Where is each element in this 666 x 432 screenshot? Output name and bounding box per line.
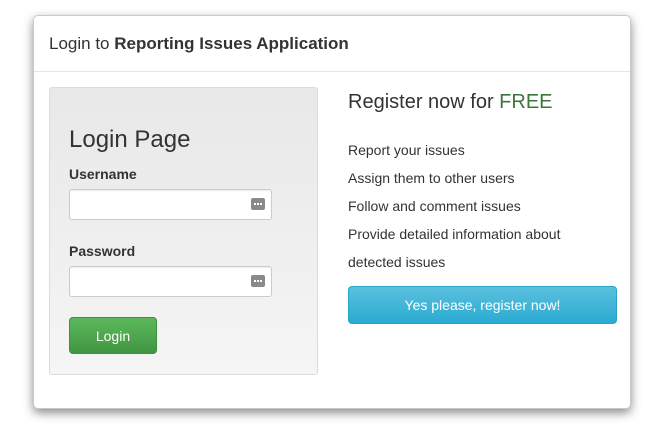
- feature-item: detected issues: [348, 254, 446, 270]
- password-manager-icon[interactable]: [251, 198, 265, 210]
- password-label: Password: [69, 243, 136, 259]
- username-input[interactable]: [70, 190, 256, 219]
- feature-item: Report your issues: [348, 142, 465, 158]
- feature-list: Report your issues Assign them to other …: [348, 139, 560, 279]
- username-label: Username: [69, 166, 137, 182]
- app-name: Reporting Issues Application: [114, 34, 349, 53]
- free-highlight: FREE: [499, 91, 553, 113]
- login-page-title: Login Page: [69, 126, 191, 153]
- login-button[interactable]: Login: [69, 317, 157, 354]
- register-title-prefix: Register now for: [348, 91, 500, 113]
- password-input[interactable]: [70, 267, 256, 296]
- password-field-wrapper: [69, 266, 272, 297]
- username-field-wrapper: [69, 189, 272, 220]
- feature-item: Follow and comment issues: [348, 198, 521, 214]
- register-button[interactable]: Yes please, register now!: [348, 286, 617, 324]
- feature-item: Provide detailed information about: [348, 226, 561, 242]
- feature-item: Assign them to other users: [348, 170, 515, 186]
- password-manager-icon[interactable]: [251, 275, 265, 287]
- register-title: Register now for FREE: [348, 90, 553, 114]
- login-panel: Login Page Username Password Login: [49, 87, 318, 375]
- login-modal: Login to Reporting Issues Application Lo…: [33, 15, 631, 409]
- header-prefix: Login to: [49, 34, 115, 53]
- modal-header: Login to Reporting Issues Application: [34, 16, 630, 72]
